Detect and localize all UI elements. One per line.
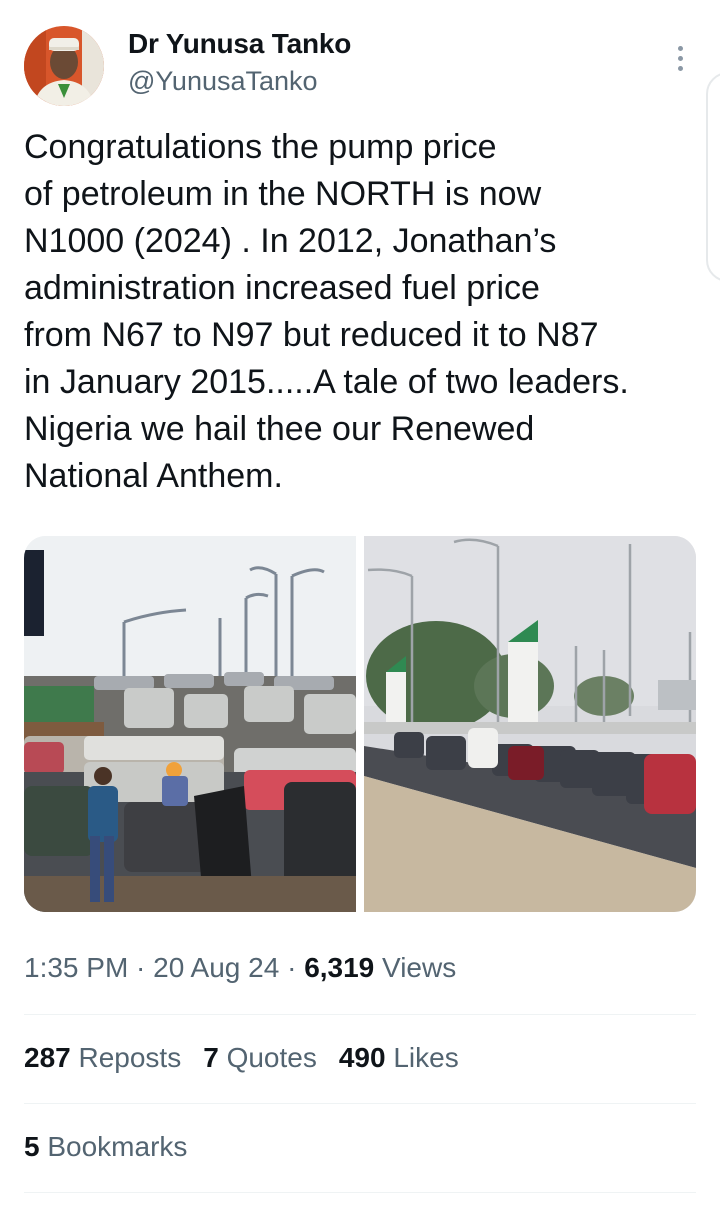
views-label: Views <box>374 952 457 983</box>
divider <box>24 1192 696 1193</box>
divider <box>24 1103 696 1104</box>
bookmarks-link[interactable]: 5 Bookmarks <box>24 1131 187 1163</box>
tweet-text: Congratulations the pump price of petrol… <box>24 128 629 495</box>
media-photo-queue[interactable] <box>364 536 696 912</box>
likes-count: 490 <box>338 1042 386 1073</box>
tweet-media[interactable] <box>24 536 696 912</box>
tweet-date[interactable]: 20 Aug 24 <box>153 952 279 983</box>
separator-dot: · <box>279 952 305 983</box>
reposts-label: Reposts <box>70 1042 182 1073</box>
likes-label: Likes <box>385 1042 459 1073</box>
divider <box>24 1014 696 1015</box>
bookmarks-count: 5 <box>24 1131 40 1162</box>
avatar[interactable] <box>24 26 104 106</box>
reposts-link[interactable]: 287 Reposts <box>24 1042 181 1073</box>
likes-link[interactable]: 490 Likes <box>339 1042 459 1073</box>
separator-dot: · <box>128 952 154 983</box>
tweet-time[interactable]: 1:35 PM <box>24 952 128 983</box>
reposts-count: 287 <box>24 1042 71 1073</box>
side-panel-edge <box>706 72 720 282</box>
media-photo-traffic[interactable] <box>24 536 356 912</box>
views-count: 6,319 <box>304 952 375 983</box>
tweet-detail: Dr Yunusa Tanko @YunusaTanko Congratulat… <box>0 0 720 1219</box>
quotes-link[interactable]: 7 Quotes <box>203 1042 317 1073</box>
bookmarks-label: Bookmarks <box>39 1131 188 1162</box>
quotes-label: Quotes <box>218 1042 317 1073</box>
author-name[interactable]: Dr Yunusa Tanko <box>128 28 351 60</box>
quotes-count: 7 <box>203 1042 219 1073</box>
more-vertical-icon[interactable] <box>664 42 696 74</box>
engagement-stats: 287 Reposts 7 Quotes 490 Likes <box>24 1042 481 1074</box>
author-handle[interactable]: @YunusaTanko <box>128 66 318 97</box>
tweet-timestamp: 1:35 PM · 20 Aug 24 · 6,319 Views <box>24 952 456 984</box>
